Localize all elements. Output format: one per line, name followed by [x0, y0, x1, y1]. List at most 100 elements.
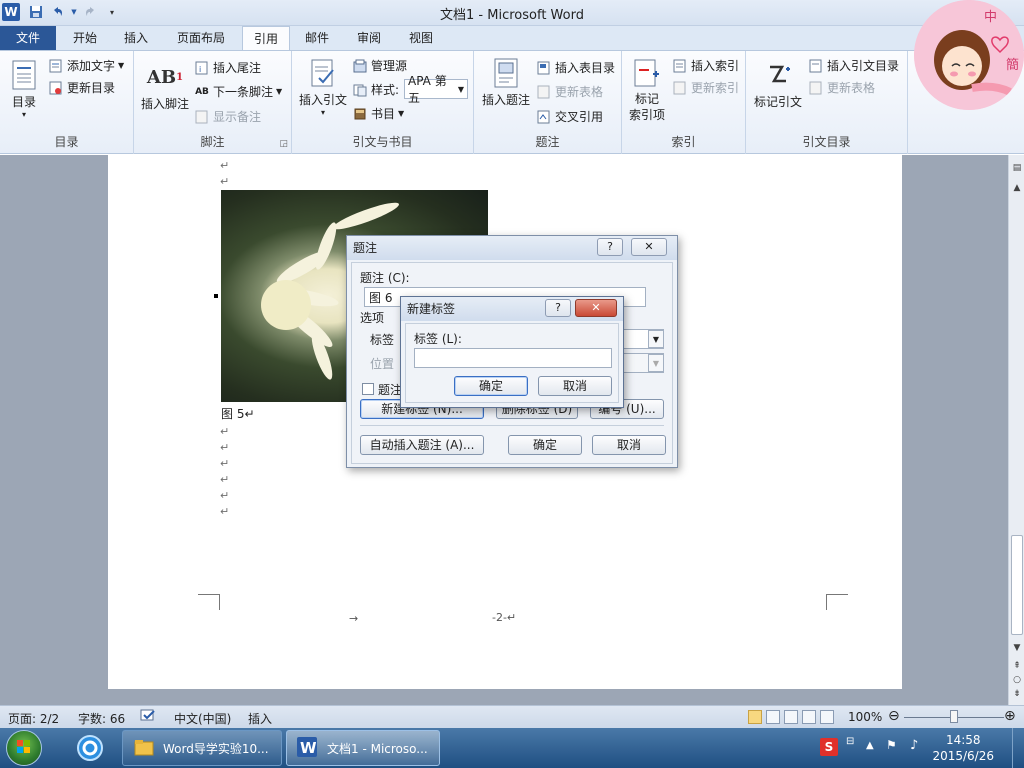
- tab-mailings[interactable]: 邮件: [294, 26, 340, 50]
- draft-view-icon[interactable]: [820, 710, 834, 724]
- insert-toa-button[interactable]: 插入引文目录: [808, 57, 899, 74]
- insert-citation-button[interactable]: 插入引文 ▾: [296, 57, 350, 117]
- help-icon[interactable]: ?: [597, 238, 623, 256]
- outline-view-icon[interactable]: [802, 710, 816, 724]
- network-icon[interactable]: ⊟: [846, 736, 854, 747]
- browser-taskbar-icon[interactable]: [64, 730, 116, 766]
- update-table-figures-button[interactable]: 更新表格: [536, 83, 603, 100]
- previous-page-icon[interactable]: ⇞: [1010, 659, 1024, 673]
- user-avatar[interactable]: 中 簡: [914, 0, 1024, 110]
- manage-sources-icon: [352, 58, 368, 74]
- paragraph-mark: ↵: [220, 175, 230, 188]
- exclude-label-text: 题注: [378, 383, 403, 397]
- caption-cancel-button[interactable]: 取消: [592, 435, 666, 455]
- tab-file[interactable]: 文件: [0, 26, 56, 50]
- vertical-scrollbar[interactable]: ▤ ▲ ▼ ⇞ ○ ⇟: [1008, 155, 1024, 705]
- new-label-field-label: 标签 (L):: [414, 332, 462, 346]
- tab-page-layout[interactable]: 页面布局: [164, 26, 238, 50]
- figure-caption[interactable]: 图 5↵: [221, 405, 255, 422]
- group-label-captions: 题注: [535, 135, 560, 149]
- update-toa-button[interactable]: 更新表格: [808, 79, 875, 96]
- tab-home[interactable]: 开始: [60, 26, 110, 50]
- bibliography-button[interactable]: 书目 ▼: [352, 105, 404, 122]
- help-icon[interactable]: ?: [545, 299, 571, 317]
- new-label-ok-button[interactable]: 确定: [454, 376, 528, 396]
- label-dropdown-icon[interactable]: ▼: [648, 330, 664, 348]
- new-label-input[interactable]: [414, 348, 612, 368]
- group-index: 标记 索引项 插入索引 更新索引 索引: [622, 51, 746, 154]
- close-icon[interactable]: ✕: [575, 299, 617, 317]
- svg-text:i: i: [199, 65, 201, 74]
- exclude-label-checkbox[interactable]: [362, 383, 374, 395]
- cross-reference-button[interactable]: 交叉引用: [536, 108, 603, 125]
- position-dropdown-icon[interactable]: ▼: [648, 354, 664, 372]
- start-button[interactable]: [6, 730, 42, 766]
- show-hidden-icons-icon[interactable]: ▲: [866, 740, 874, 751]
- word-count[interactable]: 字数: 66: [78, 710, 125, 727]
- taskbar-item-word[interactable]: W 文档1 - Microso...: [286, 730, 440, 766]
- auto-caption-button[interactable]: 自动插入题注 (A)...: [360, 435, 484, 455]
- update-index-button[interactable]: 更新索引: [672, 79, 739, 96]
- scroll-up-arrow-icon[interactable]: ▲: [1010, 181, 1024, 195]
- footnote-icon: AB 1: [146, 66, 184, 88]
- zoom-out-icon[interactable]: ⊖: [888, 708, 900, 724]
- mark-citation-icon: [762, 59, 794, 91]
- insert-caption-icon: [490, 57, 522, 89]
- add-text-icon: [48, 58, 64, 74]
- show-desktop-button[interactable]: [1012, 728, 1024, 768]
- toc-icon: [8, 59, 40, 91]
- browse-object-icon[interactable]: ○: [1010, 673, 1024, 687]
- volume-icon[interactable]: ♪: [910, 738, 918, 753]
- ruler-toggle-icon[interactable]: ▤: [1010, 161, 1024, 175]
- taskbar-item-folder[interactable]: Word导学实验10...: [122, 730, 282, 766]
- scrollbar-thumb[interactable]: [1011, 535, 1023, 635]
- tab-insert[interactable]: 插入: [112, 26, 160, 50]
- insert-endnote-button[interactable]: i 插入尾注: [194, 59, 261, 76]
- print-layout-view-icon[interactable]: [748, 710, 762, 724]
- show-notes-button[interactable]: 显示备注: [194, 108, 261, 125]
- zoom-in-icon[interactable]: ⊕: [1004, 708, 1016, 724]
- action-center-icon[interactable]: ⚑: [886, 738, 897, 752]
- next-page-icon[interactable]: ⇟: [1010, 687, 1024, 701]
- update-toc-button[interactable]: 更新目录: [48, 79, 115, 96]
- zoom-slider-thumb[interactable]: [950, 710, 958, 723]
- insert-footnote-button[interactable]: AB 1 插入脚注: [140, 61, 190, 112]
- manage-sources-button[interactable]: 管理源: [352, 57, 407, 74]
- full-screen-reading-view-icon[interactable]: [766, 710, 780, 724]
- next-footnote-button[interactable]: AB 下一条脚注 ▼: [194, 83, 282, 100]
- tab-review[interactable]: 审阅: [346, 26, 392, 50]
- language-indicator[interactable]: 中文(中国): [174, 710, 231, 727]
- web-layout-view-icon[interactable]: [784, 710, 798, 724]
- citation-style-select[interactable]: APA 第五 ▼: [404, 74, 468, 105]
- group-label-toc: 目录: [54, 135, 79, 149]
- input-method-icon[interactable]: S: [820, 738, 838, 756]
- caption-ok-button[interactable]: 确定: [508, 435, 582, 455]
- next-footnote-dropdown-icon: ▼: [276, 87, 283, 96]
- tab-references[interactable]: 引用: [242, 26, 290, 51]
- cross-reference-icon: [536, 109, 552, 125]
- proofing-icon[interactable]: [140, 709, 156, 726]
- anchor-marker: [214, 294, 218, 298]
- tab-view[interactable]: 视图: [398, 26, 444, 50]
- add-text-dropdown-icon: ▼: [118, 61, 125, 70]
- scroll-down-arrow-icon[interactable]: ▼: [1010, 641, 1024, 655]
- insert-index-button[interactable]: 插入索引: [672, 57, 739, 74]
- mark-index-entry-button[interactable]: 标记 索引项: [626, 57, 668, 123]
- mark-citation-button[interactable]: 标记引文: [750, 59, 806, 110]
- toc-button[interactable]: 目录 ▾: [6, 59, 42, 119]
- group-label-footnotes: 脚注: [200, 135, 225, 149]
- avatar-text-jian: 簡: [1006, 58, 1020, 73]
- new-label-cancel-button[interactable]: 取消: [538, 376, 612, 396]
- group-footnotes: AB 1 插入脚注 i 插入尾注 AB 下一条脚注 ▼ 显示备注 ◲ 脚注: [134, 51, 292, 154]
- insert-table-of-figures-button[interactable]: 插入表目录: [536, 59, 615, 76]
- add-text-button[interactable]: 添加文字 ▼: [48, 57, 124, 74]
- zoom-level[interactable]: 100%: [848, 710, 882, 724]
- citation-style-dropdown-icon: ▼: [457, 84, 464, 94]
- citation-style-label: 样式:: [352, 81, 399, 98]
- close-icon[interactable]: ✕: [631, 238, 667, 256]
- insert-caption-button[interactable]: 插入题注: [478, 57, 534, 108]
- system-clock[interactable]: 14:58 2015/6/26: [932, 732, 994, 764]
- insert-citation-icon: [307, 57, 339, 89]
- page-indicator[interactable]: 页面: 2/2: [8, 710, 59, 727]
- insert-mode-indicator[interactable]: 插入: [248, 710, 272, 727]
